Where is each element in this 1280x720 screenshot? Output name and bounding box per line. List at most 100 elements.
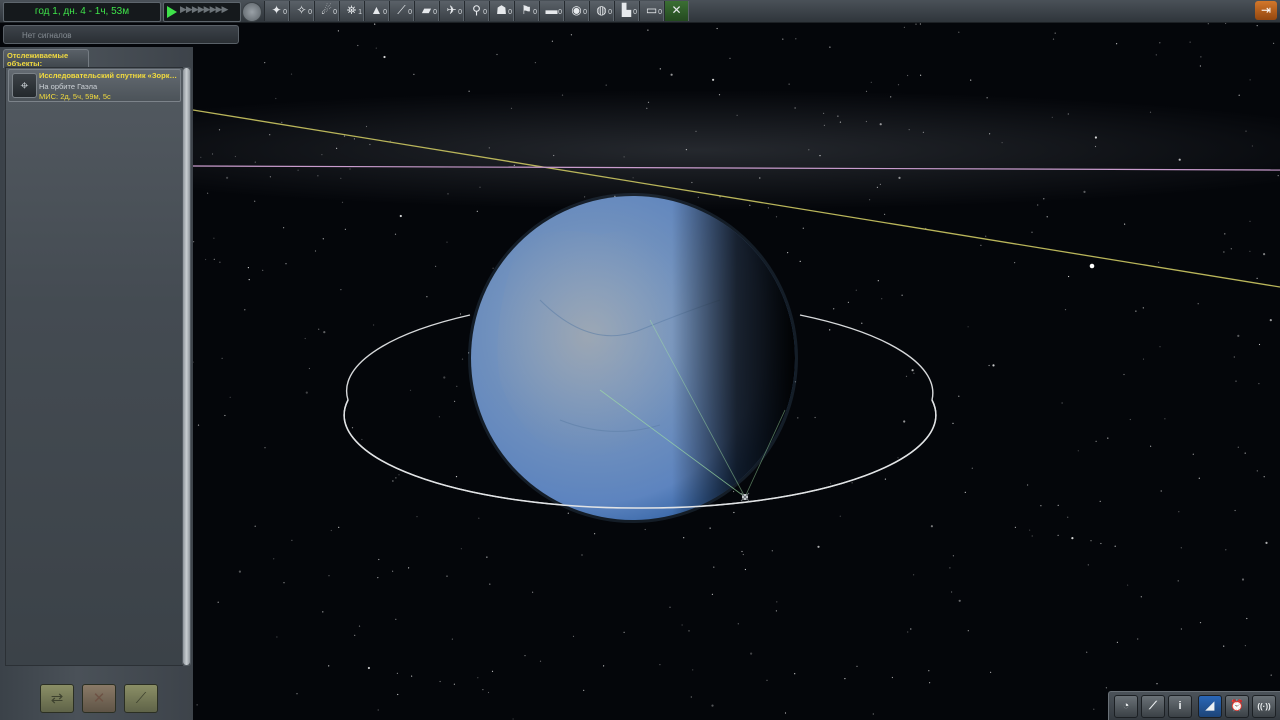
star xyxy=(1116,641,1118,644)
star xyxy=(1031,231,1033,233)
planet-gael[interactable] xyxy=(468,193,798,523)
star xyxy=(797,417,799,419)
star xyxy=(691,181,693,184)
warp-rate-indicators[interactable]: ▶▶▶▶▶▶▶▶ xyxy=(180,4,228,15)
star xyxy=(461,358,464,360)
info-button[interactable]: i xyxy=(1168,695,1192,718)
filter-dropped-part[interactable]: ▙ 0 xyxy=(614,1,639,21)
star xyxy=(817,545,820,548)
star xyxy=(383,55,386,59)
star xyxy=(378,558,380,561)
star xyxy=(1061,402,1063,404)
list-scrollbar[interactable] xyxy=(182,67,191,666)
tracked-objects-tab[interactable]: Отслеживаемые объекты: xyxy=(3,49,89,68)
star xyxy=(879,183,882,185)
star xyxy=(844,678,846,680)
star xyxy=(952,422,954,424)
star xyxy=(539,660,542,662)
filter-toggle-all[interactable]: ✕ xyxy=(664,1,689,21)
distant-body[interactable] xyxy=(1089,263,1095,269)
star xyxy=(399,214,402,218)
star xyxy=(776,601,778,603)
star xyxy=(985,235,987,237)
star xyxy=(647,101,650,103)
star xyxy=(1256,277,1258,279)
star xyxy=(958,31,960,33)
maneuver-button[interactable]: ⟋ xyxy=(1141,695,1165,718)
star xyxy=(426,296,428,298)
star xyxy=(1256,25,1258,27)
star xyxy=(330,529,332,532)
time-warp-control[interactable]: ▶▶▶▶▶▶▶▶ xyxy=(163,2,241,22)
commnet-button[interactable]: ◢ xyxy=(1198,695,1222,718)
vessel-marker[interactable] xyxy=(740,492,750,502)
star xyxy=(891,676,894,679)
star xyxy=(967,326,969,328)
filter-eva[interactable]: ☗ 0 xyxy=(489,1,514,21)
play-icon[interactable] xyxy=(167,6,177,18)
star xyxy=(788,83,790,85)
exit-map-button[interactable]: ⇥ xyxy=(1255,1,1277,20)
star xyxy=(1273,42,1275,44)
clock-icon: ◔ xyxy=(1122,700,1130,712)
filter-count: 0 xyxy=(658,9,662,16)
filter-flag[interactable]: ⚑ 0 xyxy=(514,1,539,21)
filter-plane[interactable]: ✈ 0 xyxy=(439,1,464,21)
star xyxy=(733,511,735,514)
filter-count: 0 xyxy=(608,9,612,16)
star xyxy=(1057,534,1059,537)
star xyxy=(808,149,810,151)
alarm-clock-button[interactable]: ⏰ xyxy=(1225,695,1249,718)
lander-icon: ⟋ xyxy=(397,3,406,17)
star xyxy=(795,38,797,40)
filter-unknown-object[interactable]: ✧ 0 xyxy=(289,1,314,21)
scroll-thumb[interactable] xyxy=(183,68,190,665)
star xyxy=(930,525,934,528)
star xyxy=(200,156,202,158)
star xyxy=(581,554,583,556)
list-item-vessel[interactable]: ⌖ Исследовательский спутник «Зоркий» На … xyxy=(8,69,181,102)
vessel-status: На орбите Гаэла xyxy=(39,82,98,91)
filter-probe[interactable]: ⛯ 1 xyxy=(339,1,364,21)
star xyxy=(782,38,784,40)
star xyxy=(487,691,490,694)
star xyxy=(374,23,376,25)
star xyxy=(1160,490,1162,492)
filter-spaceobject[interactable]: ◍ 0 xyxy=(589,1,614,21)
clock-button[interactable]: ◔ xyxy=(1114,695,1138,718)
filter-deployed-science[interactable]: ▭ 0 xyxy=(639,1,664,21)
filter-space-object[interactable]: ☄ 0 xyxy=(314,1,339,21)
signal-button[interactable]: ((·)) xyxy=(1252,695,1276,718)
fly-button[interactable]: ⇄ xyxy=(40,684,74,713)
filter-station[interactable]: ▬ 0 xyxy=(539,1,564,21)
star xyxy=(847,301,850,303)
star xyxy=(394,233,397,235)
star xyxy=(669,606,671,608)
recover-button[interactable]: ⟋ xyxy=(124,684,158,713)
star xyxy=(877,280,879,282)
star xyxy=(477,677,479,679)
star xyxy=(513,164,515,166)
star xyxy=(911,369,914,372)
star xyxy=(1263,253,1266,256)
star xyxy=(897,84,900,86)
star xyxy=(1057,504,1059,506)
star xyxy=(482,689,484,691)
star xyxy=(685,149,688,151)
star xyxy=(1249,250,1251,252)
warp-dial-icon[interactable] xyxy=(242,2,262,22)
star xyxy=(455,476,458,478)
star xyxy=(411,675,413,677)
filter-ship[interactable]: ▰ 0 xyxy=(414,1,439,21)
filter-rover[interactable]: ▲ 0 xyxy=(364,1,389,21)
filter-lander[interactable]: ⟋ 0 xyxy=(389,1,414,21)
filter-debris[interactable]: ✦ 0 xyxy=(264,1,289,21)
star xyxy=(1197,303,1199,305)
star xyxy=(986,97,988,99)
terminate-button[interactable]: ✕ xyxy=(82,684,116,713)
star xyxy=(681,624,683,626)
filter-relay[interactable]: ⚲ 0 xyxy=(464,1,489,21)
filter-base[interactable]: ◉ 0 xyxy=(564,1,589,21)
star xyxy=(211,153,214,155)
maneuver-icon: ⟋ xyxy=(1149,700,1157,712)
